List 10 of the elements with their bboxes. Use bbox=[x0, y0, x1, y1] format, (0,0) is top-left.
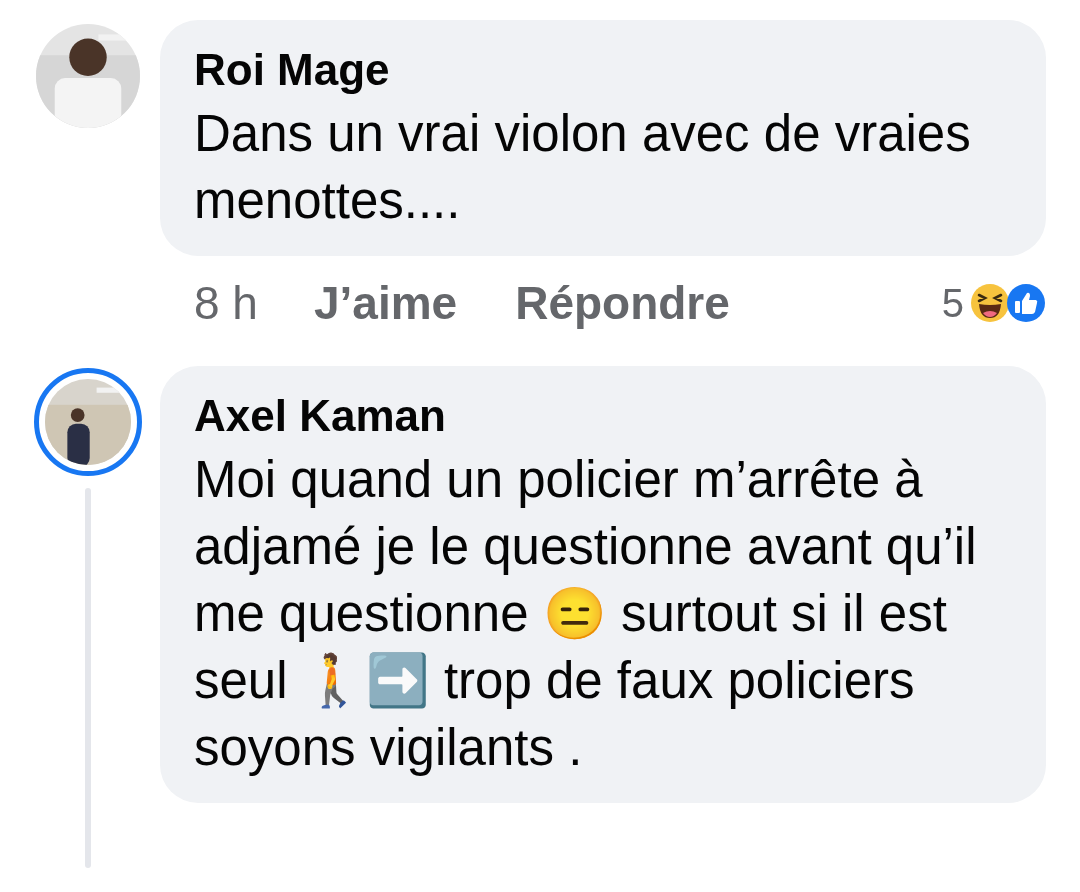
author-name[interactable]: Axel Kaman bbox=[194, 390, 1012, 442]
thumbs-up-icon[interactable] bbox=[1006, 283, 1046, 323]
like-button[interactable]: J’aime bbox=[313, 276, 458, 330]
reaction-count: 5 bbox=[941, 280, 964, 326]
comment-text: Dans un vrai violon avec de vraies menottes.... bbox=[194, 104, 972, 231]
laughing-face-icon[interactable] bbox=[970, 283, 1010, 323]
author-name[interactable]: Roi Mage bbox=[194, 44, 1012, 96]
comment-text: Moi quand un policier m’arrête à adjamé je le questionne avant qu’il me questionne 😑 surtout si il est seul 🚶➡ trop de faux policiers soyons vigilants . bbox=[194, 450, 978, 778]
reply-button[interactable]: Répondre bbox=[515, 276, 730, 330]
comment-time: 8 h bbox=[194, 276, 258, 330]
